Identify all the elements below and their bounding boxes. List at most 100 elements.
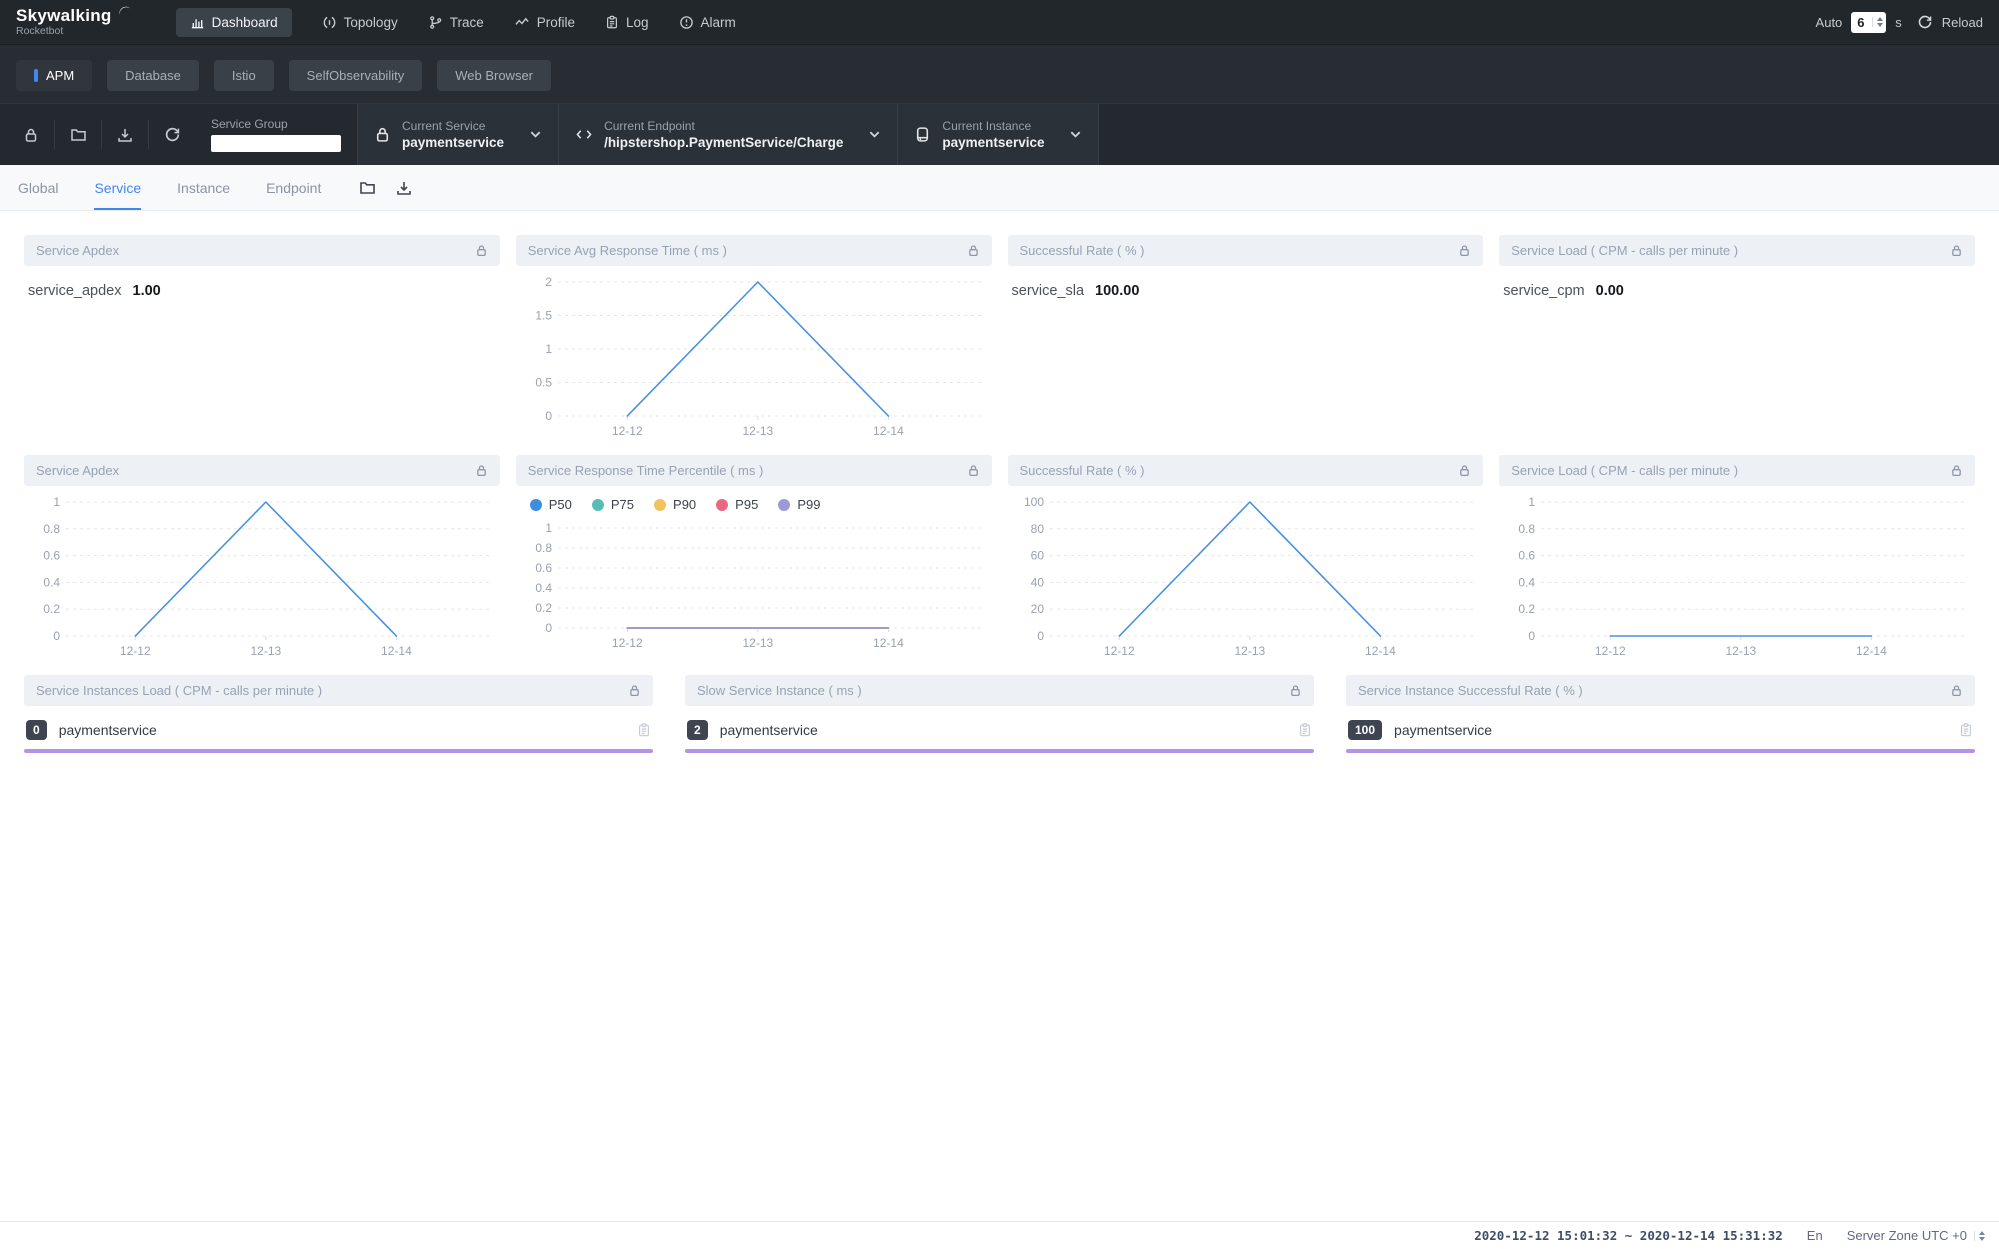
auto-interval-stepper[interactable]: [1851, 12, 1886, 33]
status-bar: 2020-12-12 15:01:32 ~ 2020-12-14 15:31:3…: [0, 1221, 1999, 1249]
legend-item-p75[interactable]: P75: [592, 497, 634, 512]
step-up-icon[interactable]: [1979, 1231, 1985, 1235]
dashboard-catalog-bar: APM Database Istio SelfObservability Web…: [0, 44, 1999, 103]
legend-item-p95[interactable]: P95: [716, 497, 758, 512]
step-up-icon[interactable]: [1877, 17, 1883, 21]
catalog-tab-istio[interactable]: Istio: [214, 60, 274, 91]
svg-text:12-12: 12-12: [1103, 644, 1134, 658]
tab-actions: [359, 180, 412, 196]
seconds-label: s: [1895, 15, 1902, 30]
instance-list-item[interactable]: 100 paymentservice: [1346, 720, 1975, 740]
card-title: Service Instances Load ( CPM - calls per…: [36, 683, 322, 698]
clipboard-icon[interactable]: [1298, 722, 1312, 738]
svg-text:0.2: 0.2: [1519, 602, 1536, 616]
card-successful-rate-stat: Successful Rate ( % ) service_sla100.00: [1008, 235, 1484, 447]
time-range[interactable]: 2020-12-12 15:01:32 ~ 2020-12-14 15:31:3…: [1474, 1228, 1783, 1243]
catalog-tab-selfobservability[interactable]: SelfObservability: [289, 60, 423, 91]
stat-readout: service_sla100.00: [1008, 266, 1484, 316]
nav-item-profile[interactable]: Profile: [514, 8, 575, 37]
lock-icon[interactable]: [1950, 684, 1963, 697]
metric-name: service_apdex: [28, 283, 122, 299]
svg-text:0: 0: [545, 409, 552, 423]
service-group-input[interactable]: [211, 135, 341, 152]
tab-global[interactable]: Global: [18, 165, 58, 210]
instance-list-item[interactable]: 0 paymentservice: [24, 720, 653, 740]
step-down-icon[interactable]: [1877, 23, 1883, 27]
nav-item-trace[interactable]: Trace: [428, 8, 484, 37]
import-template-button[interactable]: [55, 104, 101, 165]
instance-progress-bar: [685, 749, 1314, 753]
svg-text:1: 1: [1529, 495, 1536, 509]
svg-text:0.8: 0.8: [1519, 522, 1536, 536]
alarm-icon: [679, 15, 694, 30]
legend-label: P90: [673, 497, 696, 512]
svg-text:2: 2: [545, 275, 552, 289]
card-title: Service Apdex: [36, 463, 119, 478]
lock-icon[interactable]: [475, 244, 488, 257]
legend-dot: [716, 499, 728, 511]
tab-service[interactable]: Service: [94, 165, 141, 210]
card-successful-rate-chart: Successful Rate ( % ) 02040608010012-121…: [1008, 455, 1484, 667]
export-template-button[interactable]: [102, 104, 148, 165]
legend-dot: [530, 499, 542, 511]
legend-item-p90[interactable]: P90: [654, 497, 696, 512]
instance-icon: [914, 126, 931, 143]
step-down-icon[interactable]: [1979, 1237, 1985, 1241]
catalog-label: SelfObservability: [307, 68, 405, 83]
card-title: Successful Rate ( % ): [1020, 463, 1145, 478]
clipboard-icon[interactable]: [1959, 722, 1973, 738]
metric-name: service_sla: [1012, 283, 1085, 299]
nav-item-alarm[interactable]: Alarm: [679, 8, 736, 37]
lock-icon[interactable]: [1950, 244, 1963, 257]
metrics-row-2: Service Apdex 00.20.40.60.8112-1212-1312…: [24, 455, 1975, 667]
svg-text:1.5: 1.5: [535, 309, 552, 323]
clipboard-icon[interactable]: [637, 722, 651, 738]
lock-icon[interactable]: [475, 464, 488, 477]
reload-label[interactable]: Reload: [1942, 15, 1983, 30]
current-instance-selector[interactable]: Current Instance paymentservice: [898, 104, 1099, 165]
percentile-legend: P50 P75 P90 P95 P99: [530, 497, 992, 512]
lock-icon[interactable]: [967, 464, 980, 477]
svg-text:0.6: 0.6: [1519, 549, 1536, 563]
refresh-templates-button[interactable]: [149, 104, 195, 165]
lock-button[interactable]: [8, 104, 54, 165]
lock-icon[interactable]: [1289, 684, 1302, 697]
lock-icon[interactable]: [1950, 464, 1963, 477]
profile-icon: [514, 15, 530, 30]
current-service-selector[interactable]: Current Service paymentservice: [357, 104, 559, 165]
card-service-apdex-chart: Service Apdex 00.20.40.60.8112-1212-1312…: [24, 455, 500, 667]
tab-instance[interactable]: Instance: [177, 165, 230, 210]
brand[interactable]: Skywalking Rocketbot: [16, 7, 130, 37]
reload-icon[interactable]: [1917, 14, 1933, 30]
zone-stepper[interactable]: [1974, 1231, 1985, 1241]
language-toggle[interactable]: En: [1807, 1228, 1823, 1243]
nav-label: Topology: [344, 15, 398, 30]
stepper-arrows[interactable]: [1872, 17, 1883, 27]
instances-row: Service Instances Load ( CPM - calls per…: [24, 675, 1975, 753]
auto-interval-input[interactable]: [1857, 15, 1872, 30]
current-endpoint-selector[interactable]: Current Endpoint /hipstershop.PaymentSer…: [559, 104, 898, 165]
lock-icon[interactable]: [1458, 244, 1471, 257]
nav-item-topology[interactable]: Topology: [322, 8, 398, 37]
legend-item-p50[interactable]: P50: [530, 497, 572, 512]
tab-endpoint[interactable]: Endpoint: [266, 165, 321, 210]
nav-item-log[interactable]: Log: [605, 8, 649, 37]
lock-icon[interactable]: [967, 244, 980, 257]
catalog-tab-web-browser[interactable]: Web Browser: [437, 60, 551, 91]
card-service-load-chart: Service Load ( CPM - calls per minute ) …: [1499, 455, 1975, 667]
catalog-tab-apm[interactable]: APM: [16, 60, 92, 91]
instance-name: paymentservice: [720, 722, 818, 738]
legend-dot: [654, 499, 666, 511]
catalog-tab-database[interactable]: Database: [107, 60, 199, 91]
download-button[interactable]: [396, 180, 412, 196]
lock-icon[interactable]: [1458, 464, 1471, 477]
folder-button[interactable]: [359, 180, 376, 196]
instance-list-item[interactable]: 2 paymentservice: [685, 720, 1314, 740]
legend-item-p99[interactable]: P99: [778, 497, 820, 512]
nav-label: Alarm: [701, 15, 736, 30]
card-title: Successful Rate ( % ): [1020, 243, 1145, 258]
nav-item-dashboard[interactable]: Dashboard: [176, 8, 292, 37]
moon-logo-icon: [117, 4, 132, 24]
svg-text:0.4: 0.4: [43, 575, 60, 589]
lock-icon[interactable]: [628, 684, 641, 697]
